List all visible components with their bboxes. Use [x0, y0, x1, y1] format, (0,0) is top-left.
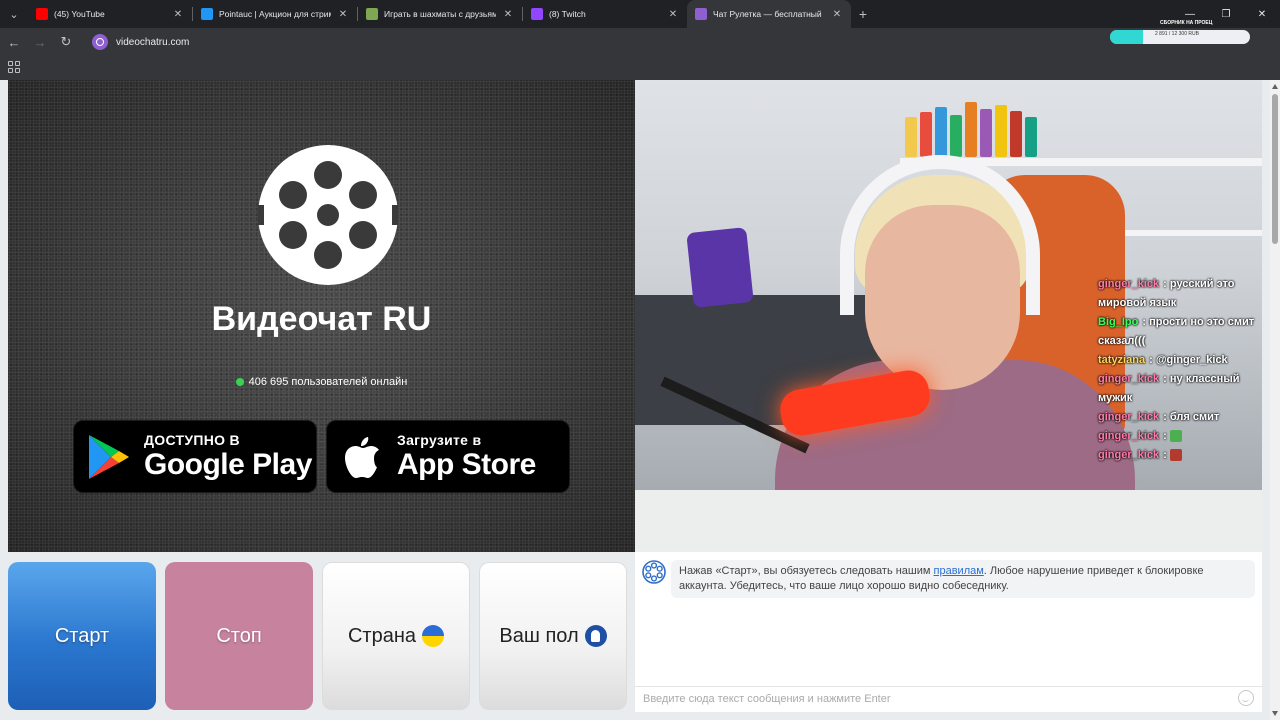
close-icon[interactable]: ✕	[831, 9, 843, 20]
twitch-icon	[531, 8, 543, 20]
chat-message-input[interactable]: Введите сюда текст сообщения и нажмите E…	[635, 686, 1262, 712]
chat-username: tatyziana	[1098, 354, 1146, 366]
scrollbar[interactable]	[1270, 80, 1280, 720]
app-store-badge[interactable]: Загрузите в App Store	[326, 420, 570, 493]
url-text[interactable]: videochatru.com	[116, 37, 189, 48]
chess-icon	[366, 8, 378, 20]
emote-icon	[1169, 430, 1182, 443]
local-video-pane: Видеочат RU 406 695 пользователей онлайн…	[8, 80, 635, 552]
chat-username: ginger_kick	[1098, 430, 1160, 442]
browser-tab[interactable]: Играть в шахматы с друзьями ✕	[358, 0, 522, 28]
pointauc-icon	[201, 8, 213, 20]
male-user-icon	[584, 625, 607, 647]
ukraine-flag-icon	[422, 625, 445, 647]
desk	[635, 490, 1262, 552]
donation-widget-title: СБОРНИК НА ПРОЕЦ	[1160, 20, 1213, 26]
scrollbar-thumb[interactable]	[1272, 94, 1278, 244]
stream-chat-message: tatyziana: @ginger_kick	[1098, 354, 1228, 366]
chat-username: ginger_kick	[1098, 411, 1160, 423]
close-icon[interactable]: ✕	[337, 9, 349, 20]
remote-video-pane: ginger_kick: русский это мировой язык Bi…	[635, 80, 1262, 552]
stream-chat-message: ginger_kick: русский это мировой язык	[1098, 278, 1235, 309]
stream-chat-message: ginger_kick:	[1098, 446, 1260, 465]
donation-progress-widget: 2 891 / 12 300 RUB	[1110, 30, 1250, 44]
google-play-icon	[89, 434, 129, 479]
google-play-badge[interactable]: ДОСТУПНО В Google Play	[73, 420, 317, 493]
chat-username: ginger_kick	[1098, 373, 1160, 385]
system-message-text: Нажав «Старт», вы обязуетесь следовать н…	[679, 565, 934, 577]
address-bar[interactable]: videochatru.com	[88, 31, 1098, 53]
country-button-label: Страна	[347, 624, 417, 647]
forward-icon[interactable]: →	[28, 30, 52, 54]
text-chat-panel: Нажав «Старт», вы обязуетесь следовать н…	[635, 552, 1262, 712]
online-status-icon	[235, 378, 244, 386]
emote-icon	[1169, 449, 1182, 462]
start-button-label: Старт	[54, 624, 110, 647]
browser-tab[interactable]: (8) Twitch ✕	[523, 0, 687, 28]
rules-link[interactable]: правилам	[934, 565, 984, 577]
app-store-big-text: App Store	[397, 447, 536, 481]
stream-chat-message: ginger_kick: бля смит	[1098, 411, 1220, 423]
bookmarks-bar	[0, 56, 1280, 80]
gender-button[interactable]: Ваш пол	[479, 562, 627, 710]
browser-tab[interactable]: Pointauc | Аукцион для стримеров ✕	[193, 0, 357, 28]
chevron-down-icon: ⌄	[9, 8, 19, 21]
close-window-icon[interactable]: ✕	[1244, 0, 1280, 28]
stream-chat-message: ginger_kick: ну классный мужик	[1098, 373, 1240, 404]
app-store-small-text: Загрузите в	[397, 431, 482, 448]
apple-icon	[345, 436, 379, 478]
google-play-small-text: ДОСТУПНО В	[144, 431, 240, 448]
gender-button-label: Ваш пол	[499, 624, 579, 647]
donation-progress-text: 2 891 / 12 300 RUB	[1155, 31, 1199, 37]
stop-button[interactable]: Стоп	[165, 562, 313, 710]
stream-chat-overlay: ginger_kick: русский это мировой язык Bi…	[1098, 275, 1260, 465]
donation-progress-fill	[1110, 30, 1143, 44]
shelf-cans	[905, 92, 1085, 157]
browser-tab[interactable]: (45) YouTube ✕	[28, 0, 192, 28]
chat-username: ginger_kick	[1098, 278, 1160, 290]
browser-tab-active[interactable]: Чат Рулетка — бесплатный ✕	[687, 0, 851, 28]
pillow	[686, 227, 754, 308]
online-count-text: 406 695 пользователей онлайн	[248, 376, 408, 388]
stream-chat-message: ginger_kick:	[1098, 427, 1260, 446]
scroll-down-icon[interactable]	[1272, 711, 1278, 716]
brand-title: Видеочат RU	[211, 300, 432, 338]
reload-icon[interactable]: ↻	[54, 30, 78, 54]
close-icon[interactable]: ✕	[667, 9, 679, 20]
new-tab-button[interactable]: +	[851, 0, 875, 28]
chat-text: @ginger_kick	[1155, 354, 1228, 366]
tab-bar: ⌄ (45) YouTube ✕ Pointauc | Аукцион для …	[0, 0, 1280, 28]
close-icon[interactable]: ✕	[502, 9, 514, 20]
online-counter: 406 695 пользователей онлайн	[8, 376, 635, 388]
start-button[interactable]: Старт	[8, 562, 156, 710]
navigation-bar: ← → ↻ videochatru.com ⋮	[0, 28, 1280, 76]
chat-username: ginger_kick	[1098, 449, 1160, 461]
site-info-icon[interactable]	[92, 34, 108, 50]
apps-grid-icon[interactable]	[8, 61, 20, 73]
close-icon[interactable]: ✕	[172, 9, 184, 20]
country-button[interactable]: Страна	[322, 562, 470, 710]
stop-button-label: Стоп	[216, 624, 262, 647]
maximize-icon[interactable]: ❐	[1208, 0, 1244, 28]
google-play-big-text: Google Play	[144, 447, 312, 481]
stream-chat-message: Big_Ipo: прости но это смит сказал(((	[1098, 316, 1255, 347]
tab-search-button[interactable]: ⌄	[0, 0, 28, 28]
chat-username: Big_Ipo	[1098, 316, 1139, 328]
videochat-icon	[695, 8, 707, 20]
youtube-icon	[36, 8, 48, 20]
system-logo-icon	[642, 560, 666, 584]
chat-text: бля смит	[1169, 411, 1220, 423]
roulette-logo-icon	[258, 145, 398, 285]
back-icon[interactable]: ←	[2, 30, 26, 54]
emoji-icon[interactable]	[1238, 690, 1254, 706]
system-message: Нажав «Старт», вы обязуетесь следовать н…	[671, 560, 1255, 598]
scroll-up-icon[interactable]	[1272, 84, 1278, 89]
